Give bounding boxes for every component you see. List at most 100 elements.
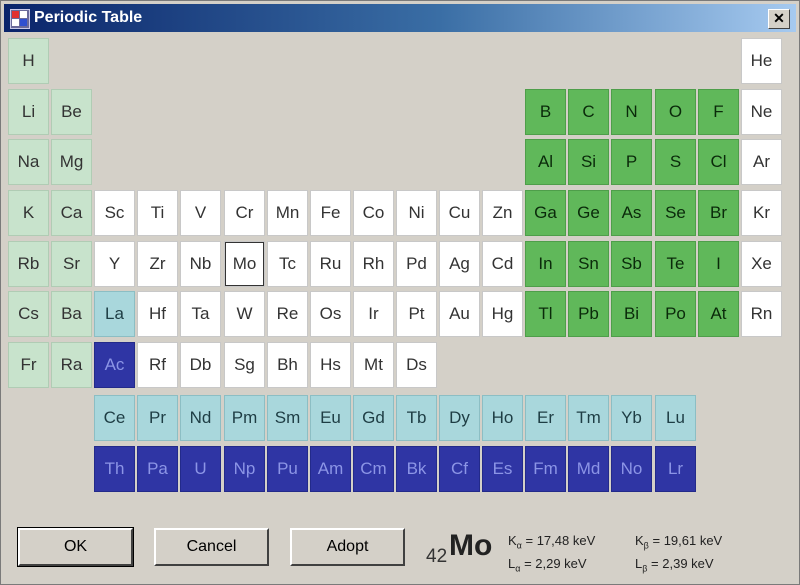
element-cell-ge[interactable]: Ge <box>568 190 609 236</box>
element-cell-pa[interactable]: Pa <box>137 446 178 492</box>
element-cell-cd[interactable]: Cd <box>482 241 523 287</box>
element-cell-pd[interactable]: Pd <box>396 241 437 287</box>
element-cell-zn[interactable]: Zn <box>482 190 523 236</box>
element-cell-tb[interactable]: Tb <box>396 395 437 441</box>
element-cell-w[interactable]: W <box>224 291 265 337</box>
element-cell-sn[interactable]: Sn <box>568 241 609 287</box>
element-cell-fr[interactable]: Fr <box>8 342 49 388</box>
element-cell-rf[interactable]: Rf <box>137 342 178 388</box>
element-cell-ir[interactable]: Ir <box>353 291 394 337</box>
element-cell-lr[interactable]: Lr <box>655 446 696 492</box>
element-cell-mn[interactable]: Mn <box>267 190 308 236</box>
element-cell-sr[interactable]: Sr <box>51 241 92 287</box>
element-cell-nb[interactable]: Nb <box>180 241 221 287</box>
element-cell-ra[interactable]: Ra <box>51 342 92 388</box>
element-cell-po[interactable]: Po <box>655 291 696 337</box>
element-cell-yb[interactable]: Yb <box>611 395 652 441</box>
element-cell-es[interactable]: Es <box>482 446 523 492</box>
element-cell-hf[interactable]: Hf <box>137 291 178 337</box>
element-cell-dy[interactable]: Dy <box>439 395 480 441</box>
element-cell-s[interactable]: S <box>655 139 696 185</box>
element-cell-gd[interactable]: Gd <box>353 395 394 441</box>
element-cell-fe[interactable]: Fe <box>310 190 351 236</box>
element-cell-be[interactable]: Be <box>51 89 92 135</box>
cancel-button[interactable]: Cancel <box>154 528 269 566</box>
element-cell-zr[interactable]: Zr <box>137 241 178 287</box>
element-cell-bi[interactable]: Bi <box>611 291 652 337</box>
element-cell-i[interactable]: I <box>698 241 739 287</box>
element-cell-c[interactable]: C <box>568 89 609 135</box>
element-cell-rh[interactable]: Rh <box>353 241 394 287</box>
element-cell-pm[interactable]: Pm <box>224 395 265 441</box>
element-cell-ca[interactable]: Ca <box>51 190 92 236</box>
element-cell-v[interactable]: V <box>180 190 221 236</box>
element-cell-cu[interactable]: Cu <box>439 190 480 236</box>
element-cell-te[interactable]: Te <box>655 241 696 287</box>
ok-button[interactable]: OK <box>18 528 133 566</box>
element-cell-ni[interactable]: Ni <box>396 190 437 236</box>
element-cell-f[interactable]: F <box>698 89 739 135</box>
element-cell-ar[interactable]: Ar <box>741 139 782 185</box>
element-cell-sm[interactable]: Sm <box>267 395 308 441</box>
element-cell-ru[interactable]: Ru <box>310 241 351 287</box>
element-cell-h[interactable]: H <box>8 38 49 84</box>
element-cell-na[interactable]: Na <box>8 139 49 185</box>
element-cell-re[interactable]: Re <box>267 291 308 337</box>
element-cell-pt[interactable]: Pt <box>396 291 437 337</box>
element-cell-tc[interactable]: Tc <box>267 241 308 287</box>
element-cell-hs[interactable]: Hs <box>310 342 351 388</box>
element-cell-ba[interactable]: Ba <box>51 291 92 337</box>
element-cell-mo[interactable]: Mo <box>224 241 265 287</box>
element-cell-la[interactable]: La <box>94 291 135 337</box>
element-cell-n[interactable]: N <box>611 89 652 135</box>
element-cell-ne[interactable]: Ne <box>741 89 782 135</box>
element-cell-no[interactable]: No <box>611 446 652 492</box>
element-cell-cl[interactable]: Cl <box>698 139 739 185</box>
element-cell-lu[interactable]: Lu <box>655 395 696 441</box>
element-cell-pr[interactable]: Pr <box>137 395 178 441</box>
element-cell-eu[interactable]: Eu <box>310 395 351 441</box>
element-cell-sg[interactable]: Sg <box>224 342 265 388</box>
element-cell-ho[interactable]: Ho <box>482 395 523 441</box>
element-cell-bk[interactable]: Bk <box>396 446 437 492</box>
element-cell-k[interactable]: K <box>8 190 49 236</box>
element-cell-ac[interactable]: Ac <box>94 342 135 388</box>
element-cell-u[interactable]: U <box>180 446 221 492</box>
element-cell-sb[interactable]: Sb <box>611 241 652 287</box>
element-cell-al[interactable]: Al <box>525 139 566 185</box>
element-cell-th[interactable]: Th <box>94 446 135 492</box>
element-cell-np[interactable]: Np <box>224 446 265 492</box>
element-cell-mg[interactable]: Mg <box>51 139 92 185</box>
adopt-button[interactable]: Adopt <box>290 528 405 566</box>
element-cell-cm[interactable]: Cm <box>353 446 394 492</box>
element-cell-y[interactable]: Y <box>94 241 135 287</box>
element-cell-rn[interactable]: Rn <box>741 291 782 337</box>
element-cell-mt[interactable]: Mt <box>353 342 394 388</box>
close-button[interactable]: ✕ <box>768 9 790 29</box>
element-cell-sc[interactable]: Sc <box>94 190 135 236</box>
element-cell-ti[interactable]: Ti <box>137 190 178 236</box>
element-cell-db[interactable]: Db <box>180 342 221 388</box>
title-bar[interactable]: Periodic Table ✕ <box>4 4 796 32</box>
element-cell-tl[interactable]: Tl <box>525 291 566 337</box>
element-cell-he[interactable]: He <box>741 38 782 84</box>
element-cell-au[interactable]: Au <box>439 291 480 337</box>
element-cell-pu[interactable]: Pu <box>267 446 308 492</box>
element-cell-md[interactable]: Md <box>568 446 609 492</box>
element-cell-as[interactable]: As <box>611 190 652 236</box>
element-cell-li[interactable]: Li <box>8 89 49 135</box>
element-cell-cr[interactable]: Cr <box>224 190 265 236</box>
element-cell-se[interactable]: Se <box>655 190 696 236</box>
element-cell-xe[interactable]: Xe <box>741 241 782 287</box>
element-cell-br[interactable]: Br <box>698 190 739 236</box>
element-cell-nd[interactable]: Nd <box>180 395 221 441</box>
element-cell-in[interactable]: In <box>525 241 566 287</box>
element-cell-ga[interactable]: Ga <box>525 190 566 236</box>
element-cell-tm[interactable]: Tm <box>568 395 609 441</box>
element-cell-rb[interactable]: Rb <box>8 241 49 287</box>
element-cell-bh[interactable]: Bh <box>267 342 308 388</box>
element-cell-fm[interactable]: Fm <box>525 446 566 492</box>
element-cell-o[interactable]: O <box>655 89 696 135</box>
element-cell-cf[interactable]: Cf <box>439 446 480 492</box>
element-cell-kr[interactable]: Kr <box>741 190 782 236</box>
